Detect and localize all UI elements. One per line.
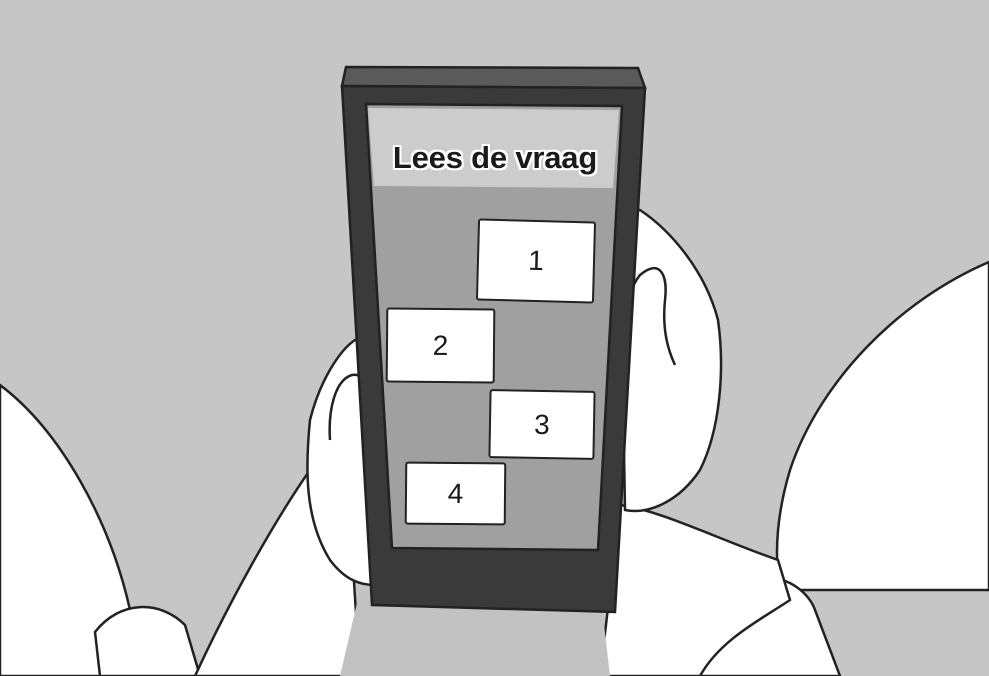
phone-scene: Lees de vraag 1 2 3 4: [0, 0, 989, 676]
answer-button-3[interactable]: 3: [488, 389, 596, 460]
screen-title: Lees de vraag: [392, 140, 598, 175]
answer-button-1[interactable]: 1: [475, 218, 597, 304]
right-shoulder: [775, 260, 989, 592]
left-sleeve: [93, 605, 202, 676]
phone-top-edge: [340, 65, 647, 90]
answer-button-4[interactable]: 4: [404, 461, 507, 526]
answer-button-2[interactable]: 2: [385, 307, 496, 384]
